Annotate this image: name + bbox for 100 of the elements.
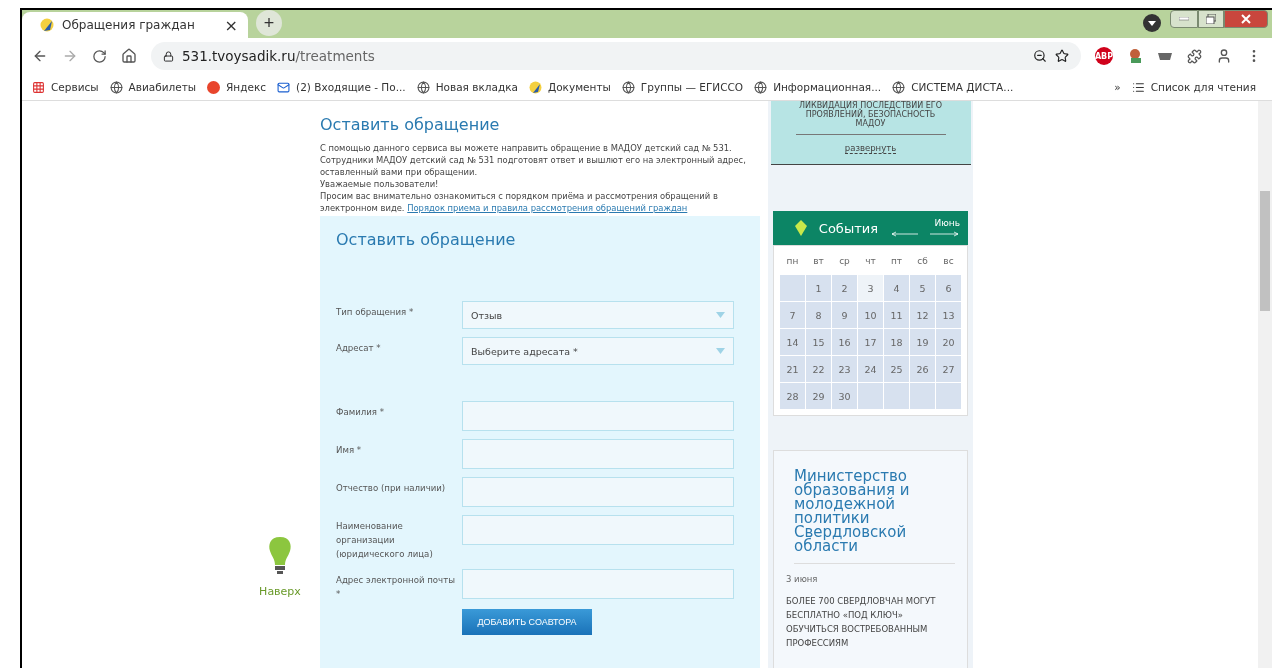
day-cell[interactable]: 11 [884,302,909,328]
field-label: Отчество (при наличии) [336,482,447,495]
notice-text: ЛИКВИДАЦИЯ ПОСЛЕДСТВИЙ ЕГО ПРОЯВЛЕНИЙ, БЕЗОПАСНОСТЬ МАДОУ [795,101,946,135]
day-cell[interactable]: 15 [806,329,831,355]
day-cell[interactable]: 10 [858,302,883,328]
rules-link[interactable]: Порядок приема и правила рассмотрения обращений граждан [407,203,688,213]
intro-text: С помощью данного сервиса вы можете направить обращение в МАДОУ детский сад № 531. Сотрудники МАДОУ детский сад № 531 подготовят ответ и вышлют его на электронный адрес, оставленный вами при обращении. [320,142,747,178]
day-cell[interactable]: 6 [936,275,961,301]
input-field[interactable] [462,401,734,431]
bookmark[interactable]: Документы [529,80,611,94]
leaf-logo-icon [529,80,542,94]
expand-link[interactable]: развернуть [844,143,897,154]
day-cell[interactable] [936,383,961,409]
day-cell[interactable]: 21 [780,356,805,382]
day-cell[interactable]: 4 [884,275,909,301]
day-cell[interactable]: 7 [780,302,805,328]
day-cell[interactable]: 24 [858,356,883,382]
day-cell[interactable] [910,383,935,409]
day-cell[interactable]: 23 [832,356,857,382]
extension-icon[interactable] [1157,51,1173,61]
scrollbar[interactable] [1258,101,1272,668]
bookmark[interactable]: Информационная... [754,80,882,94]
browser-tab[interactable]: Обращения граждан × [22,12,248,38]
news-source-title[interactable]: Министерство образования и молодежной политики Свердловской области [794,469,955,564]
day-cell[interactable]: 25 [884,356,909,382]
add-coauthor-button[interactable]: ДОБАВИТЬ СОАВТОРА [462,609,592,635]
day-cell[interactable]: 16 [832,329,857,355]
profile-icon[interactable] [1142,13,1162,33]
bookmark[interactable]: Авиабилеты [109,80,197,94]
month-label: Июнь [934,218,960,228]
bookmark[interactable]: Сервисы [32,80,99,94]
mail-icon [277,80,291,94]
news-date: 3 июня [786,574,819,584]
scroll-to-top-link[interactable]: Наверх [250,537,310,598]
adblock-icon[interactable]: ABP [1095,47,1113,65]
day-cell[interactable]: 22 [806,356,831,382]
zoom-out-icon[interactable] [1033,49,1047,63]
day-cell[interactable]: 19 [910,329,935,355]
bookmark[interactable]: СИСТЕМА ДИСТА... [892,80,1014,94]
bookmark[interactable]: Группы — ЕГИССО [621,80,744,94]
reading-list-button[interactable]: Список для чтения [1131,80,1256,94]
forward-icon[interactable] [62,48,78,64]
home-icon[interactable] [121,48,137,64]
greeting-text: Уважаемые пользователи! [320,178,440,190]
day-cell[interactable] [780,275,805,301]
dropdown[interactable]: Выберите адресата * [462,337,734,365]
weekday-label: ср [838,255,851,268]
day-cell[interactable] [884,383,909,409]
day-cell[interactable] [858,383,883,409]
dropdown[interactable]: Отзыв [462,301,734,329]
day-cell[interactable]: 26 [910,356,935,382]
input-field[interactable] [462,515,734,545]
day-cell[interactable]: 3 [858,275,883,301]
day-cell[interactable]: 2 [832,275,857,301]
news-headline[interactable]: БОЛЕЕ 700 СВЕРДЛОВЧАН МОГУТ БЕСПЛАТНО «ПОД КЛЮЧ» ОБУЧИТЬСЯ ВОСТРЕБОВАННЫМ ПРОФЕССИЯМ [786,594,955,650]
weekday-label: вт [812,255,825,268]
day-cell[interactable]: 8 [806,302,831,328]
input-field[interactable] [462,439,734,469]
instruction-text: Просим вас внимательно ознакомиться с порядком приёма и рассмотрения обращений в электронном виде. Порядок приема и правила рассмотрения обращений граждан [320,190,719,214]
day-cell[interactable]: 27 [936,356,961,382]
day-cell[interactable]: 29 [806,383,831,409]
extensions-icon[interactable] [1187,48,1202,64]
star-icon[interactable] [1055,49,1069,63]
month-arrows-icon[interactable] [890,230,960,238]
account-icon[interactable] [1216,48,1232,64]
day-cell[interactable]: 5 [910,275,935,301]
day-cell[interactable]: 17 [858,329,883,355]
close-button[interactable]: × [224,15,238,35]
back-icon[interactable] [32,48,48,64]
globe-icon [754,80,768,94]
day-cell[interactable]: 18 [884,329,909,355]
close-icon [1241,14,1251,24]
day-cell[interactable]: 20 [936,329,961,355]
field-label: Имя * [336,444,363,457]
reload-icon[interactable] [92,48,107,64]
caret-icon [716,312,725,318]
day-cell[interactable]: 30 [832,383,857,409]
restore-button[interactable] [1198,10,1224,28]
circle-letter-icon [207,80,221,94]
weekday-label: чт [864,255,877,268]
bookmark[interactable]: Новая вкладка [416,80,518,94]
bookmark[interactable]: Яндекс [207,80,267,94]
bookmark[interactable]: (2) Входящие - По... [277,80,406,94]
new-tab-button[interactable]: + [256,10,282,36]
day-cell[interactable]: 28 [780,383,805,409]
day-cell[interactable]: 13 [936,302,961,328]
input-field[interactable] [462,569,734,599]
input-field[interactable] [462,477,734,507]
day-cell[interactable]: 1 [806,275,831,301]
day-cell[interactable]: 14 [780,329,805,355]
close-window-button[interactable] [1224,10,1268,28]
day-cell[interactable]: 9 [832,302,857,328]
minimize-button[interactable] [1170,10,1198,28]
address-bar[interactable]: 531.tvoysadik.ru/treatments [151,42,1081,70]
field-label: Наименование организации (юридического лица) [336,520,434,561]
more-bookmarks-button[interactable]: » [1114,81,1121,93]
extension-icon[interactable] [1127,48,1143,64]
lock-icon [163,50,174,62]
page-title: Оставить обращение [320,115,501,134]
day-cell[interactable]: 12 [910,302,935,328]
